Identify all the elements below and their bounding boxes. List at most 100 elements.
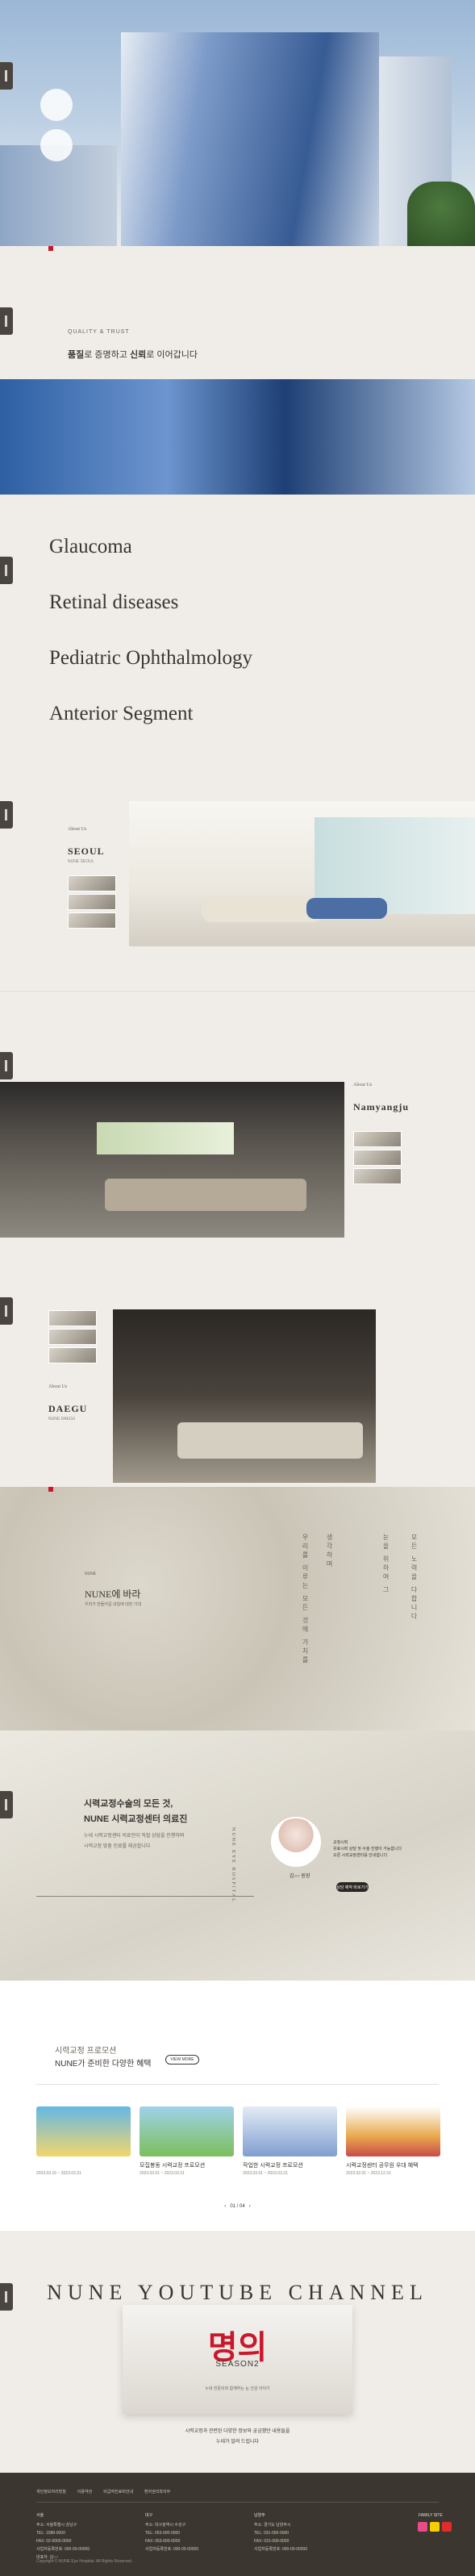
lasik-desc-1: 누네 시력교정센터 의료진이 직접 상담을 진행하며 [84,1834,185,1839]
page: QUALITY & TRUST 품질로 증명하고 신뢰로 이어갑니다 Glauc… [0,0,475,2576]
promo-card[interactable]: 2023.03.15 ~ 2023.03.31 [36,2106,131,2176]
kakao-icon[interactable] [430,2522,440,2532]
footer-col-heading: 서울 [36,2513,44,2518]
doctor-name: 김○○ 원장 [290,1874,310,1879]
nune-vertical-text: 우리를 이루는 모든 것에 가치를 [302,1534,309,1665]
lasik-team-section: 시력교정수술의 모든 것, NUNE 시력교정센터 의료진 누네 시력교정센터 의… [0,1731,475,1981]
promo-card[interactable]: 시력교정센터 공무원 우대 혜택 2023.02.01 ~ 2023.12.31 [346,2106,440,2176]
side-tab[interactable] [0,1791,13,1818]
footer-line: 주소: 서울특별시 강남구 [36,2523,77,2528]
chevron-right-icon[interactable]: › [249,2204,251,2209]
nune-subtitle: 우리가 만들어갈 내일에 대한 기대 [85,1602,141,1607]
footer-col-heading: 남양주 [254,2513,265,2518]
family-site-label[interactable]: FAMILY SITE [419,2513,443,2518]
chevron-left-icon[interactable]: ‹ [224,2204,226,2209]
nune-title: NUNE에 바라 [85,1589,141,1600]
footer-link[interactable]: 비급여진료비안내 [103,2489,133,2495]
gallery-thumb[interactable] [353,1150,402,1166]
divider-line [36,2084,439,2085]
lasik-title: 시력교정수술의 모든 것, NUNE 시력교정센터 의료진 [84,1799,188,1824]
specialty-retinal[interactable]: Retinal diseases [49,591,178,614]
lounge-sofa [177,1422,363,1459]
footer-line: TEL: 1588-0000 [36,2531,65,2536]
youtube-icon[interactable] [442,2522,452,2532]
seoul-branch-section: About Us SEOUL NUNE SEOUL [0,793,475,991]
footer-link[interactable]: 개인정보처리방침 [36,2489,66,2495]
red-marker [48,246,53,251]
city-name: Namyangju [353,1101,410,1113]
gallery-thumb[interactable] [68,875,116,891]
lasik-info-box: 교정시력 유효시력 상담 및 수술 진행이 가능합니다 오른 시력교정센터를 안… [333,1839,414,1859]
footer-line: FAX: 02-0000-0000 [36,2539,72,2544]
nune-brand-section: NUNE NUNE에 바라 우리가 만들어갈 내일에 대한 기대 우리를 이루는… [0,1487,475,1731]
city-sub: NUNE SEOUL [68,859,94,864]
promo-card-title: 모집봉동 시력교정 프로모션 [140,2163,206,2169]
nune-vertical-text: 모든 노력을 다합니다 [410,1534,418,1622]
city-sub: NUNE DAEGU [48,1417,76,1422]
promo-pager[interactable]: ‹ 01 / 04 › [0,2204,475,2209]
promo-card-image [140,2106,234,2156]
specialty-anterior[interactable]: Anterior Segment [49,703,193,725]
side-tab[interactable] [0,307,13,335]
gallery-thumb[interactable] [48,1347,97,1363]
footer-link[interactable]: 환자권리와의무 [144,2489,170,2495]
side-tab[interactable] [0,62,13,90]
nune-eyebrow: NUNE [85,1572,97,1576]
divider-line [36,2502,439,2503]
doctor-avatar[interactable] [271,1817,321,1867]
footer-col-namyangju: 남양주 주소: 경기도 남양주시 TEL: 031-000-0000 FAX: … [254,2511,307,2553]
video-caption: 누네 전문의와 함께하는 눈 건강 이야기 [205,2386,270,2391]
side-tab[interactable] [0,801,13,829]
about-label: About Us [353,1083,373,1088]
daegu-branch-section: About Us DAEGU NUNE DAEGU [0,1273,475,1487]
view-more-button[interactable]: VIEW MORE [165,2055,199,2065]
youtube-heading: NUNE YOUTUBE CHANNEL [47,2281,428,2304]
footer-line: FAX: 053-000-0000 [145,2539,181,2544]
footer-line: TEL: 031-000-0000 [254,2531,290,2536]
copyright: Copyright © NUNE Eye Hospital. All Right… [36,2559,133,2564]
lasik-signature: NUNE EYE HOSPITAL [231,1827,235,1903]
promo-card[interactable]: 모집봉동 시력교정 프로모션 2023.03.01 ~ 2023.03.31 [140,2106,234,2176]
hero-badge-1[interactable] [40,89,73,121]
specialty-pediatric[interactable]: Pediatric Ophthalmology [49,647,252,670]
lounge-sofa [105,1179,306,1211]
lasik-desc-2: 시력교정 맞춤 진료를 제공합니다 [84,1844,151,1849]
side-tab[interactable] [0,1297,13,1325]
nune-vertical-text: 눈을 위하여 그 [382,1534,390,1595]
promo-card-date: 2023.02.01 ~ 2023.12.31 [346,2171,391,2176]
specialty-glaucoma[interactable]: Glaucoma [49,536,132,558]
youtube-desc-1: 시력교정과 관련된 다양한 정보와 궁금했던 내용들을 [185,2429,290,2434]
footer-link[interactable]: 이용약관 [77,2489,92,2495]
namyangju-lobby-image [0,1082,344,1238]
footer-line: 주소: 대구광역시 수성구 [145,2523,186,2528]
blog-icon[interactable] [418,2522,427,2532]
promotion-section: 시력교정 프로모션 NUNE가 준비한 다양한 혜택 VIEW MORE 202… [0,1981,475,2231]
gallery-thumb[interactable] [48,1329,97,1345]
gallery-thumb[interactable] [353,1131,402,1147]
gallery-thumb[interactable] [48,1310,97,1326]
footer-links: 개인정보처리방침 이용약관 비급여진료비안내 환자권리와의무 [36,2489,170,2495]
about-label: About Us [68,827,87,832]
side-tab[interactable] [0,557,13,584]
info-line: 유효시력 상담 및 수술 진행이 가능합니다 [333,1847,402,1852]
footer-line: 사업자등록번호: 000-00-00000 [36,2547,90,2552]
divider-line [36,1896,254,1897]
reservation-button[interactable]: 상담 예약 바로가기 [336,1882,369,1892]
promo-card-image [36,2106,131,2156]
lobby-bench-blue [306,898,387,919]
city-name: SEOUL [68,845,105,857]
gallery-thumb[interactable] [68,912,116,929]
promo-card-title: 작업한 시력교정 프로모션 [243,2163,303,2169]
promo-label: 시력교정 프로모션 [55,2047,117,2056]
hero-building [121,32,379,246]
specialties-section: Glaucoma Retinal diseases Pediatric Opht… [0,495,475,793]
quality-eyebrow: QUALITY & TRUST [68,329,130,335]
hero-badge-2[interactable] [40,129,73,161]
red-marker [48,1487,53,1492]
gallery-thumb[interactable] [68,894,116,910]
promo-card[interactable]: 작업한 시력교정 프로모션 2023.03.01 ~ 2023.03.31 [243,2106,337,2176]
info-line: 오른 시력교정센터를 안내합니다 [333,1853,388,1858]
youtube-video-thumb[interactable]: 명의 SEASON2 누네 전문의와 함께하는 눈 건강 이야기 [123,2305,352,2414]
gallery-thumb[interactable] [353,1168,402,1184]
side-tab[interactable] [0,1052,13,1079]
